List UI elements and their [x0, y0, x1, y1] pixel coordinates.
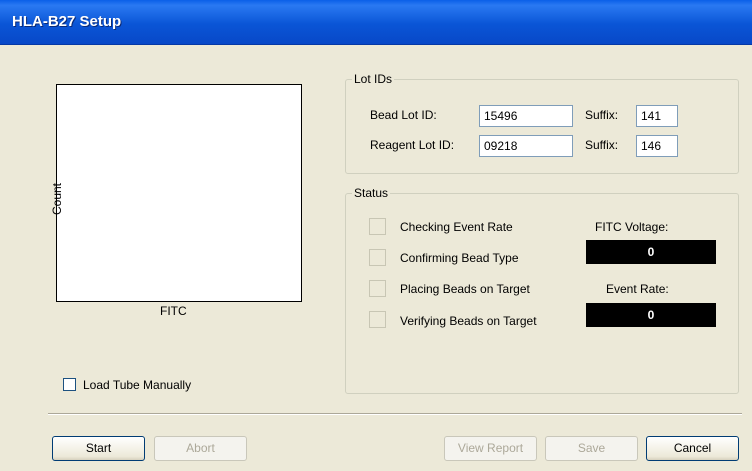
status-legend: Status [354, 186, 389, 200]
status-indicator-confirming-bead-type [369, 249, 386, 266]
reagent-lot-id-field[interactable]: 09218 [479, 135, 573, 157]
dialog-body: Count FITC Lot IDs Bead Lot ID: 15496 Su… [4, 45, 748, 471]
bead-suffix-label: Suffix: [585, 108, 619, 122]
load-tube-manually-label[interactable]: Load Tube Manually [83, 378, 191, 392]
start-button[interactable]: Start [52, 436, 145, 461]
status-item-verifying-beads: Verifying Beads on Target [400, 314, 537, 328]
status-item-checking-event-rate: Checking Event Rate [400, 220, 513, 234]
plot-x-axis-label: FITC [160, 304, 187, 318]
bead-lot-id-field[interactable]: 15496 [479, 105, 573, 127]
status-indicator-verifying-beads [369, 311, 386, 328]
plot-y-axis-label: Count [50, 182, 65, 216]
load-tube-manually-checkbox[interactable] [63, 378, 76, 391]
status-item-placing-beads: Placing Beads on Target [400, 282, 530, 296]
save-button[interactable]: Save [545, 436, 638, 461]
bead-lot-id-label: Bead Lot ID: [370, 108, 437, 122]
fitc-voltage-label: FITC Voltage: [595, 220, 669, 234]
separator-line-highlight [48, 414, 742, 415]
fitc-voltage-readout: 0 [586, 240, 716, 264]
fitc-histogram-plot [56, 84, 302, 302]
status-item-confirming-bead-type: Confirming Bead Type [400, 251, 519, 265]
reagent-suffix-label: Suffix: [585, 138, 619, 152]
status-indicator-placing-beads [369, 280, 386, 297]
event-rate-readout: 0 [586, 303, 716, 327]
event-rate-label: Event Rate: [606, 282, 669, 296]
cancel-button[interactable]: Cancel [646, 436, 739, 461]
window-title: HLA-B27 Setup [12, 13, 122, 30]
reagent-suffix-field[interactable]: 146 [636, 135, 678, 157]
title-bar[interactable]: HLA-B27 Setup [0, 0, 752, 45]
status-indicator-checking-event-rate [369, 218, 386, 235]
reagent-lot-id-label: Reagent Lot ID: [370, 138, 455, 152]
abort-button[interactable]: Abort [154, 436, 247, 461]
bead-suffix-field[interactable]: 141 [636, 105, 678, 127]
lot-ids-legend: Lot IDs [354, 72, 393, 86]
view-report-button[interactable]: View Report [444, 436, 537, 461]
